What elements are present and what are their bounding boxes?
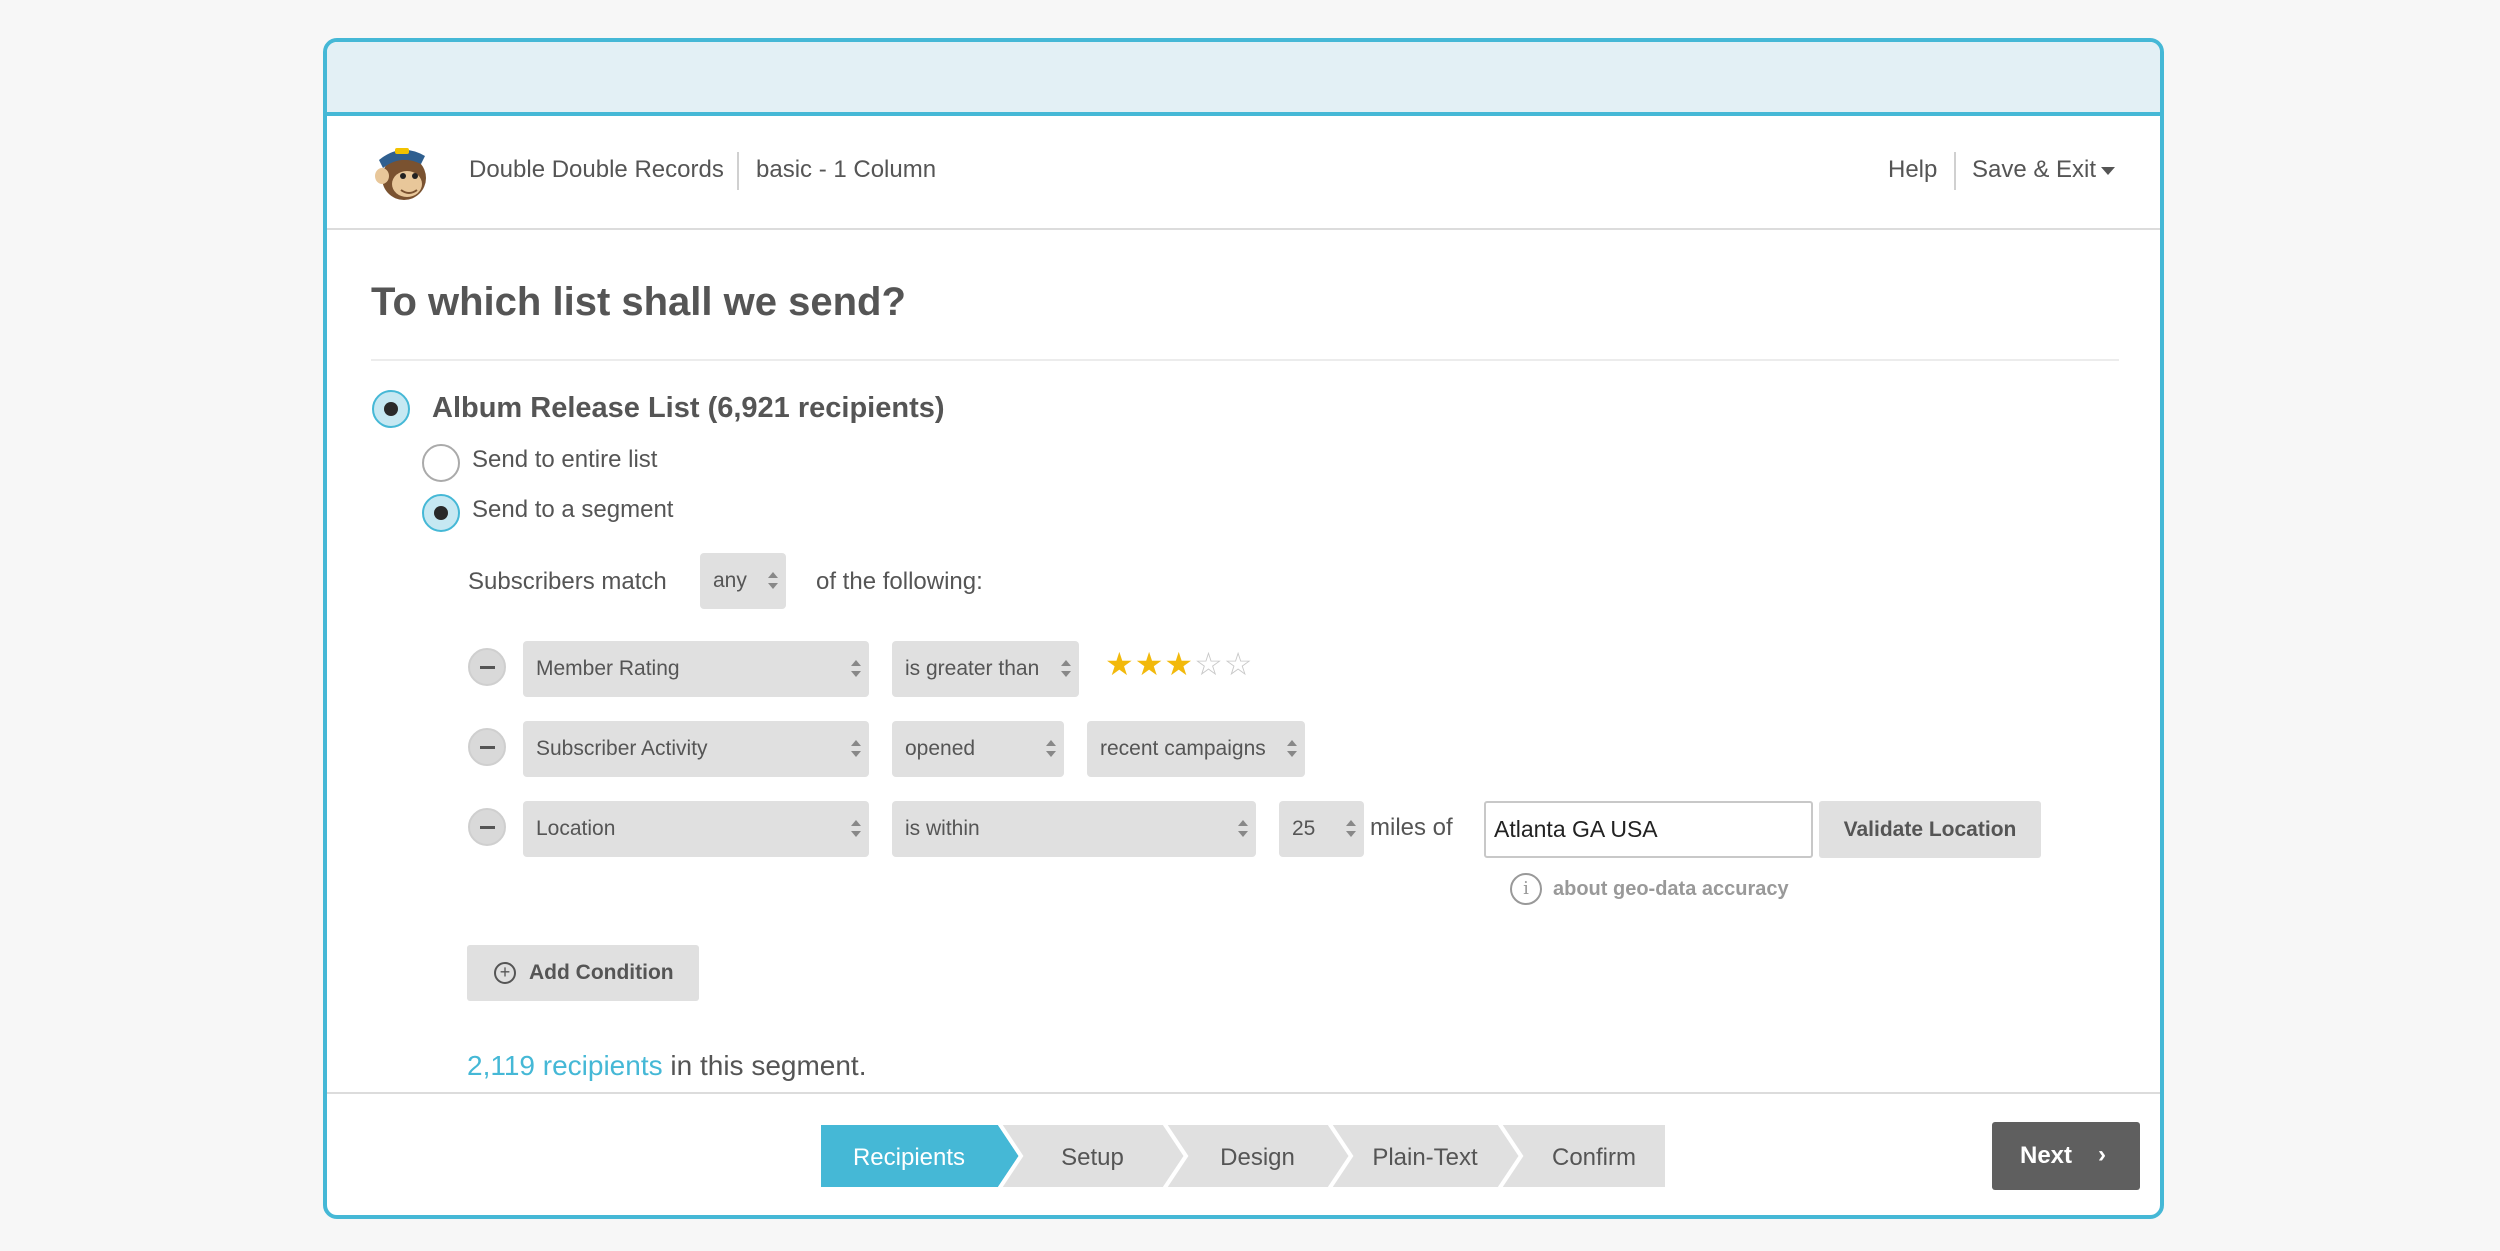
send-to-segment-radio[interactable] [422, 494, 460, 532]
star-filled-icon[interactable]: ★ [1164, 646, 1194, 682]
select-arrows-icon [851, 660, 861, 678]
select-arrows-icon [851, 820, 861, 838]
segment-recipients-link[interactable]: 2,119 recipients [467, 1050, 663, 1081]
geo-accuracy-link[interactable]: about geo-data accuracy [1553, 878, 1789, 901]
next-button[interactable]: Next › [1992, 1122, 2140, 1190]
validate-location-button[interactable]: Validate Location [1819, 801, 2041, 858]
add-condition-button[interactable]: + Add Condition [467, 945, 699, 1001]
condition-field-select[interactable]: Location [523, 801, 869, 857]
condition-operator-select[interactable]: opened [892, 721, 1064, 777]
match-type-value: any [713, 569, 747, 592]
send-to-segment-label[interactable]: Send to a segment [472, 496, 673, 524]
star-filled-icon[interactable]: ★ [1105, 646, 1135, 682]
condition-field-value: Member Rating [536, 657, 680, 680]
step-label: Plain-Text [1372, 1144, 1478, 1171]
info-icon[interactable]: i [1510, 873, 1542, 905]
star-empty-icon[interactable]: ☆ [1194, 646, 1224, 682]
segment-count: 2,119 recipients in this segment. [467, 1050, 867, 1082]
distance-value: 25 [1292, 817, 1316, 840]
select-arrows-icon [768, 572, 778, 590]
condition-value-select[interactable]: recent campaigns [1087, 721, 1305, 777]
remove-condition-button[interactable] [468, 728, 506, 766]
next-label: Next [2020, 1142, 2073, 1169]
header-bar: Double Double Records basic - 1 Column H… [327, 116, 2160, 230]
select-arrows-icon [851, 740, 861, 758]
condition-field-select[interactable]: Member Rating [523, 641, 869, 697]
list-radio[interactable] [372, 390, 410, 428]
page-title: To which list shall we send? [371, 280, 906, 324]
step-label: Recipients [853, 1144, 965, 1171]
condition-operator-value: is greater than [905, 657, 1040, 680]
chevron-right-icon: › [2098, 1141, 2106, 1168]
top-band [327, 42, 2160, 116]
footer-bar: Recipients Setup Design Plain-Text Confirm N… [327, 1092, 2160, 1215]
distance-select[interactable]: 25 [1279, 801, 1364, 857]
condition-operator-value: opened [905, 737, 976, 760]
condition-field-select[interactable]: Subscriber Activity [523, 721, 869, 777]
select-arrows-icon [1287, 740, 1297, 758]
match-prefix-label: Subscribers match [468, 568, 667, 595]
title-divider [371, 359, 2119, 361]
send-entire-list-radio[interactable] [422, 444, 460, 482]
breadcrumb-divider [737, 152, 739, 190]
account-name: Double Double Records [469, 156, 724, 183]
member-rating-stars[interactable]: ★★★☆☆ [1105, 645, 1253, 683]
select-arrows-icon [1061, 660, 1071, 678]
star-empty-icon[interactable]: ☆ [1224, 646, 1254, 682]
condition-value-text: recent campaigns [1100, 737, 1266, 760]
header-divider [1954, 152, 1956, 190]
template-name: basic - 1 Column [756, 156, 937, 183]
segment-count-suffix: in this segment. [670, 1050, 867, 1081]
condition-operator-select[interactable]: is within [892, 801, 1256, 857]
campaign-builder-window: Double Double Records basic - 1 Column H… [323, 38, 2164, 1219]
miles-of-label: miles of [1370, 814, 1453, 841]
remove-condition-button[interactable] [468, 648, 506, 686]
condition-operator-select[interactable]: is greater than [892, 641, 1079, 697]
select-arrows-icon [1238, 820, 1248, 838]
step-label: Setup [1061, 1144, 1124, 1171]
chevron-down-icon[interactable] [2101, 167, 2115, 175]
mailchimp-logo-icon[interactable] [371, 140, 433, 204]
match-type-select[interactable]: any [700, 553, 786, 609]
step-label: Design [1220, 1144, 1295, 1171]
help-link[interactable]: Help [1888, 156, 1937, 184]
send-entire-list-label[interactable]: Send to entire list [472, 446, 657, 474]
add-circle-icon: + [494, 962, 516, 984]
condition-field-value: Subscriber Activity [536, 737, 708, 760]
star-filled-icon[interactable]: ★ [1135, 646, 1165, 682]
match-suffix-label: of the following: [816, 568, 983, 595]
remove-condition-button[interactable] [468, 808, 506, 846]
save-exit-button[interactable]: Save & Exit [1972, 156, 2096, 184]
select-arrows-icon [1046, 740, 1056, 758]
add-condition-label: Add Condition [529, 961, 674, 984]
location-input[interactable] [1484, 801, 1813, 858]
step-navigation: Recipients Setup Design Plain-Text Confirm [819, 1123, 1669, 1189]
condition-operator-value: is within [905, 817, 980, 840]
step-label: Confirm [1552, 1144, 1636, 1171]
list-name: Album Release List (6,921 recipients) [432, 392, 945, 424]
condition-field-value: Location [536, 817, 616, 840]
select-arrows-icon [1346, 820, 1356, 838]
